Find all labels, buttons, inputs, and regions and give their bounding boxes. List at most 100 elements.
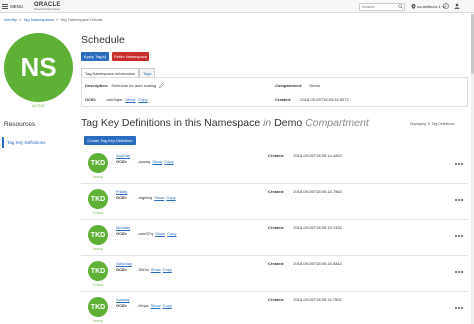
breadcrumb-identity[interactable]: Identity	[4, 17, 17, 22]
breadcrumb-current: Tag Namespace Details	[60, 17, 103, 22]
tag-key-show-link[interactable]: Show	[155, 231, 165, 236]
breadcrumb-separator: »	[18, 17, 22, 22]
region-selector[interactable]: us-ashburn-1	[411, 3, 446, 11]
create-tag-key-definition-button[interactable]: Create Tag Key Definition	[84, 136, 136, 145]
tag-key-ocid-value: ...zpusiq	[135, 159, 151, 164]
tag-key-created-row: Created: 2018-09-05T18:05:16.750Z	[268, 297, 342, 302]
tag-key-created-label: Created:	[268, 297, 285, 302]
tag-key-row: TKD ACTIVE Monday OCID: ...mmf37q Show C…	[81, 220, 468, 256]
tag-key-ocid-value: ...mmf37q	[135, 231, 154, 236]
retire-namespace-button[interactable]: Retire Namespace	[112, 52, 149, 61]
help-icon[interactable]: ?	[443, 3, 449, 9]
namespace-avatar: NS	[4, 33, 73, 102]
tab-bar: Tag Namespace Information Tags	[81, 68, 156, 77]
hamburger-icon	[2, 4, 8, 9]
tag-key-created-label: Created:	[268, 225, 285, 230]
tag-key-avatar: TKD	[88, 261, 108, 281]
description-label: Description:	[85, 83, 109, 88]
tag-key-created-label: Created:	[268, 189, 285, 194]
tag-key-initials: TKD	[90, 159, 106, 167]
tag-key-name-link[interactable]: AnyDay	[116, 153, 130, 158]
tag-key-ocid-value: ...f343a	[135, 267, 149, 272]
more-actions-icon[interactable]	[454, 234, 464, 238]
tag-key-ocid-label: OCID:	[116, 159, 128, 164]
resources-item-tag-key-definitions[interactable]: Tag Key Definitions	[2, 137, 74, 148]
tag-key-created-value: 2018-09-05T18:05:14.426Z	[293, 153, 342, 158]
tag-key-created-label: Created:	[268, 153, 285, 158]
section-title-compartment: Demo	[274, 117, 303, 129]
tag-key-name-link[interactable]: Monday	[116, 225, 130, 230]
more-actions-icon[interactable]	[454, 270, 464, 274]
edit-pencil-icon[interactable]	[159, 83, 165, 88]
tag-key-created-value: 2018-09-05T18:05:16.750Z	[293, 297, 342, 302]
tag-key-ocid-row: OCID: ...f343a Show Copy	[116, 267, 172, 272]
namespace-info-panel: Description: Schedule for auto scaling O…	[81, 77, 468, 107]
tag-key-ocid-value: ...mgebrq	[135, 195, 153, 200]
tag-key-show-link[interactable]: Show	[152, 159, 162, 164]
tag-key-show-link[interactable]: Show	[154, 195, 164, 200]
tag-key-copy-link[interactable]: Copy	[164, 159, 173, 164]
tag-key-copy-link[interactable]: Copy	[163, 267, 172, 272]
breadcrumb-separator: »	[56, 17, 59, 22]
breadcrumb-tag-namespaces[interactable]: Tag Namespaces	[23, 17, 54, 22]
tag-key-show-link[interactable]: Show	[150, 303, 160, 308]
menu-button[interactable]: MENU	[2, 2, 23, 11]
tag-key-list: TKD ACTIVE AnyDay OCID: ...zpusiq Show C…	[81, 148, 468, 324]
tag-key-created-value: 2018-09-05T18:05:18.756Z	[293, 189, 342, 194]
region-label: us-ashburn-1	[417, 4, 441, 9]
tag-key-created-label: Created:	[268, 261, 285, 266]
search-box[interactable]	[359, 2, 405, 11]
tag-key-status: ACTIVE	[92, 175, 104, 179]
page-title: Schedule	[81, 34, 125, 46]
tag-key-initials: TKD	[90, 195, 106, 203]
tag-key-name-link[interactable]: Sunday	[116, 297, 130, 302]
description-row: Description: Schedule for auto scaling	[85, 83, 165, 88]
svg-text:?: ?	[445, 4, 447, 8]
description-value: Schedule for auto scaling	[111, 83, 157, 88]
search-icon[interactable]	[398, 4, 403, 9]
section-title-in: in	[263, 117, 272, 129]
tag-key-copy-link[interactable]: Copy	[166, 195, 175, 200]
tab-tags[interactable]: Tags	[139, 68, 156, 77]
user-icon[interactable]	[454, 3, 460, 9]
tag-key-ocid-row: OCID: ...zpusiq Show Copy	[116, 159, 174, 164]
tag-key-created-row: Created: 2018-09-05T18:05:13.743Z	[268, 225, 342, 230]
tag-key-avatar: TKD	[88, 189, 108, 209]
more-actions-icon[interactable]	[454, 306, 464, 310]
tag-key-created-row: Created: 2018-09-05T18:05:16.534Z	[268, 261, 342, 266]
tag-key-ocid-label: OCID:	[116, 267, 128, 272]
tag-key-name-link[interactable]: Saturday	[116, 261, 132, 266]
section-title-main: Tag Key Definitions in this Namespace	[81, 117, 261, 129]
tag-key-row: TKD ACTIVE Saturday OCID: ...f343a Show …	[81, 256, 468, 292]
tag-key-status: ACTIVE	[92, 283, 104, 287]
location-pin-icon	[411, 4, 416, 9]
ocid-value: ...mm3qba	[103, 97, 123, 102]
tag-key-show-link[interactable]: Show	[151, 267, 161, 272]
created-label: Created:	[275, 97, 292, 102]
tag-key-copy-link[interactable]: Copy	[167, 231, 176, 236]
tag-key-row: TKD ACTIVE Sunday OCID: ...f4ryia Show C…	[81, 292, 468, 324]
tag-key-avatar: TKD	[88, 153, 108, 173]
ocid-show-link[interactable]: Show	[125, 97, 135, 102]
created-row: Created: 2018-09-05T18:04:34.557Z	[275, 97, 349, 102]
ocid-copy-link[interactable]: Copy	[138, 97, 147, 102]
brand-subtitle: Cloud Infrastructure	[34, 7, 61, 11]
more-actions-icon[interactable]	[454, 198, 464, 202]
tag-key-name-link[interactable]: Friday	[116, 189, 127, 194]
tag-key-copy-link[interactable]: Copy	[162, 303, 171, 308]
section-title: Tag Key Definitions in this Namespace in…	[81, 117, 369, 129]
apply-tags-button[interactable]: Apply Tag(s)	[81, 52, 109, 61]
tab-namespace-information[interactable]: Tag Namespace Information	[81, 68, 140, 77]
created-value: 2018-09-05T18:04:34.557Z	[300, 97, 349, 102]
tag-key-status: ACTIVE	[92, 247, 104, 251]
compartment-row: Compartment: Demo	[275, 83, 320, 88]
tag-key-status: ACTIVE	[92, 211, 104, 215]
tag-key-ocid-label: OCID:	[116, 195, 128, 200]
search-input[interactable]	[360, 3, 398, 10]
more-actions-icon[interactable]	[454, 162, 464, 166]
tag-key-avatar: TKD	[88, 297, 108, 317]
oracle-logo[interactable]: ORACLE Cloud Infrastructure	[34, 2, 61, 11]
compartment-value: Demo	[309, 83, 321, 88]
tag-key-ocid-row: OCID: ...mgebrq Show Copy	[116, 195, 176, 200]
ocid-row: OCID: ...mm3qba Show Copy	[85, 97, 148, 102]
